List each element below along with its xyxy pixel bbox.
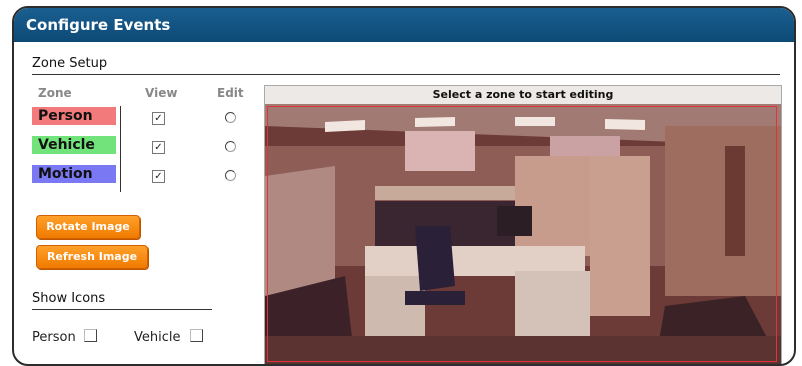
edit-radio-vehicle[interactable] xyxy=(225,141,236,152)
zone-setup-title: Zone Setup xyxy=(32,56,108,71)
edit-radio-motion[interactable] xyxy=(225,170,236,181)
zone-motion[interactable]: Motion xyxy=(32,165,116,183)
panel-title: Configure Events xyxy=(14,8,794,42)
zone-column-header: Zone xyxy=(38,86,72,100)
show-icons-vehicle-label: Vehicle xyxy=(134,330,181,345)
camera-banner: Select a zone to start editing xyxy=(265,86,781,104)
show-icons-person-label: Person xyxy=(32,330,76,345)
show-icons-rule xyxy=(32,309,212,310)
edit-radio-person[interactable] xyxy=(225,112,236,123)
show-icons-title: Show Icons xyxy=(32,291,106,306)
refresh-image-button[interactable]: Refresh Image xyxy=(36,245,148,269)
view-checkbox-vehicle[interactable]: ✓ xyxy=(152,141,165,154)
view-checkbox-person[interactable]: ✓ xyxy=(152,112,165,125)
zone-column-divider xyxy=(120,106,121,192)
zone-vehicle[interactable]: Vehicle xyxy=(32,136,116,154)
camera-view[interactable]: Select a zone to start editing xyxy=(264,85,782,364)
view-checkbox-motion[interactable]: ✓ xyxy=(152,170,165,183)
show-icons-person-checkbox[interactable] xyxy=(84,329,97,342)
show-icons-vehicle-checkbox[interactable] xyxy=(190,329,203,342)
zone-person[interactable]: Person xyxy=(32,107,116,125)
person-zone-outline[interactable] xyxy=(267,106,777,362)
configure-events-panel: Configure Events Zone Setup Zone View Ed… xyxy=(12,6,796,366)
view-column-header: View xyxy=(145,86,178,100)
zone-setup-rule xyxy=(32,74,780,75)
rotate-image-button[interactable]: Rotate Image xyxy=(36,215,140,239)
edit-column-header: Edit xyxy=(217,86,244,100)
